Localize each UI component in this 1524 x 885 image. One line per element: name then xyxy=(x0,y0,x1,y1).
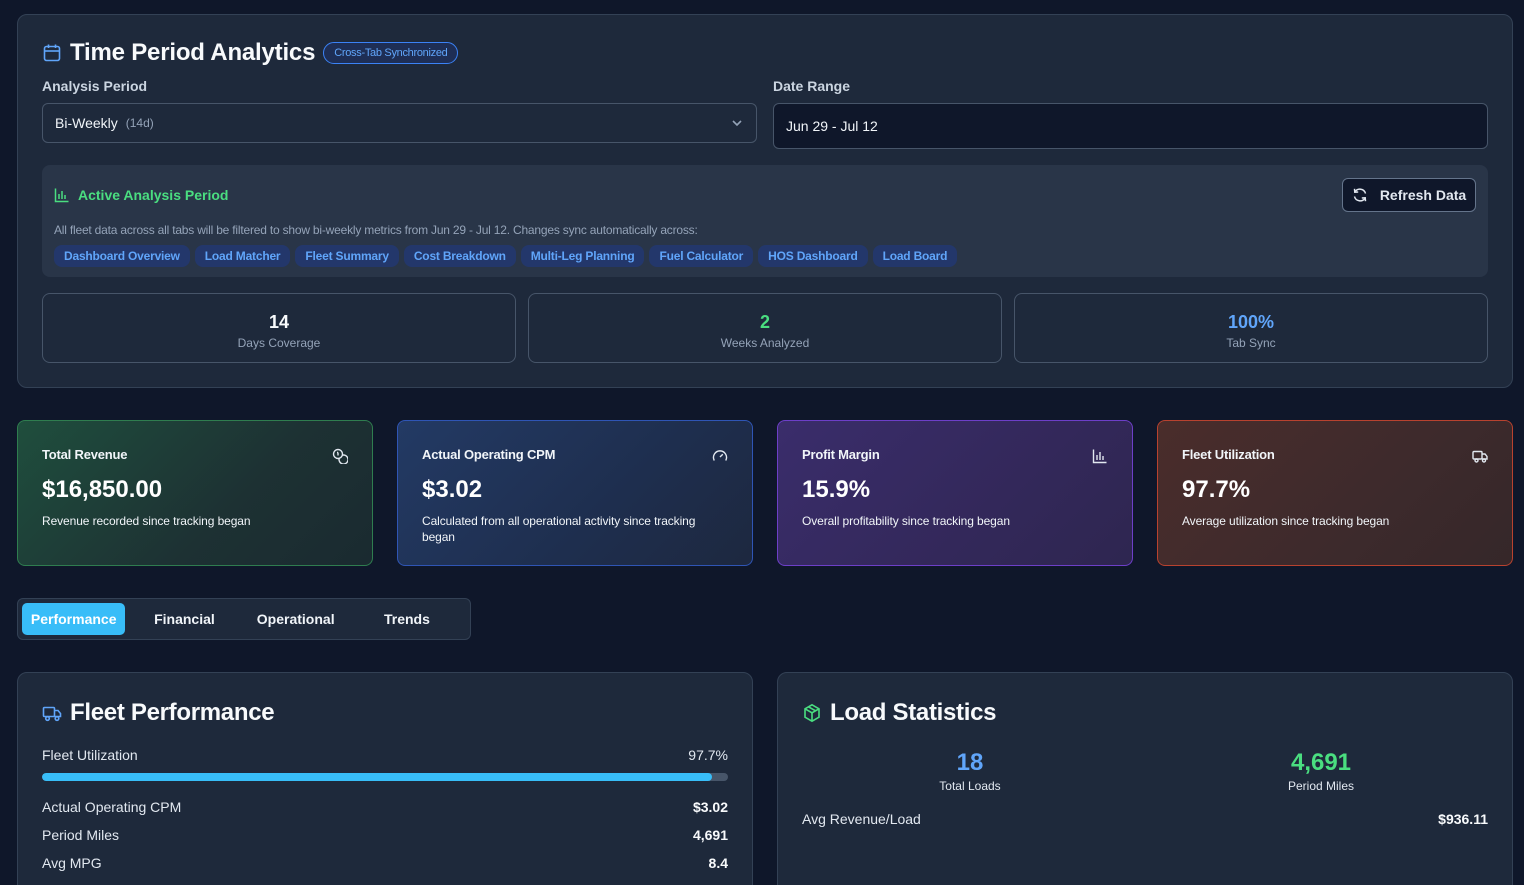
utilization-label: Fleet Utilization xyxy=(42,747,138,763)
stat-value: 2 xyxy=(759,312,770,332)
stat-label: Days Coverage xyxy=(237,336,321,350)
bar-chart-icon xyxy=(1092,449,1107,464)
kpi-title: Profit Margin xyxy=(802,447,880,462)
metric-label: Avg MPG xyxy=(42,855,102,871)
kpi-title: Total Revenue xyxy=(42,447,128,462)
stat-label: Tab Sync xyxy=(1226,336,1276,350)
chevron-down-icon xyxy=(732,120,742,127)
metric-label: Actual Operating CPM xyxy=(42,799,182,815)
load-statistics-title: Load Statistics xyxy=(830,699,997,726)
time-period-panel: Time Period Analytics Cross-Tab Synchron… xyxy=(17,14,1513,388)
load-statistics-header: Load Statistics xyxy=(802,699,997,727)
period-miles-stat: 4,691 Period Miles xyxy=(1153,749,1489,793)
period-miles-value: 4,691 xyxy=(1290,749,1352,776)
stat-weeks-analyzed: 2 Weeks Analyzed xyxy=(528,293,1002,363)
metric-value: $3.02 xyxy=(692,799,728,815)
utilization-value: 97.7% xyxy=(688,747,728,763)
analysis-period-hint: (14d) xyxy=(125,116,154,130)
coins-icon xyxy=(332,448,348,464)
kpi-value: 15.9% xyxy=(802,476,871,503)
analytics-tabs: Performance Financial Operational Trends xyxy=(17,598,471,640)
metric-label: Period Miles xyxy=(42,827,120,843)
stat-tab-sync: 100% Tab Sync xyxy=(1014,293,1488,363)
avg-revenue-label: Avg Revenue/Load xyxy=(802,811,921,827)
date-range-label: Date Range xyxy=(773,78,851,94)
period-miles-label: Period Miles xyxy=(1287,779,1355,793)
kpi-card-profit-margin: Profit Margin 15.9% Overall profitabilit… xyxy=(777,420,1133,566)
total-loads-label: Total Loads xyxy=(939,779,1001,793)
active-period-description: All fleet data across all tabs will be f… xyxy=(54,223,698,237)
calendar-icon xyxy=(43,44,61,62)
kpi-card-fleet-utilization: Fleet Utilization 97.7% Average utilizat… xyxy=(1157,420,1513,566)
fleet-performance-title: Fleet Performance xyxy=(70,699,275,726)
chip-load-matcher[interactable]: Load Matcher xyxy=(194,245,291,267)
avg-revenue-row: Avg Revenue/Load $936.11 xyxy=(802,811,1488,827)
kpi-subtitle: Overall profitability since tracking beg… xyxy=(802,514,1010,528)
metric-value: 8.4 xyxy=(708,855,728,871)
kpi-subtitle: Average utilization since tracking began xyxy=(1182,514,1390,528)
metric-row-cpm: Actual Operating CPM $3.02 xyxy=(42,799,728,815)
chip-dashboard-overview[interactable]: Dashboard Overview xyxy=(54,245,190,267)
tab-operational[interactable]: Operational xyxy=(244,603,348,635)
truck-icon xyxy=(42,706,62,722)
active-period-box: Active Analysis Period Refresh Data All … xyxy=(42,165,1488,277)
stat-value: 100% xyxy=(1227,312,1275,332)
fleet-performance-panel: Fleet Performance Fleet Utilization 97.7… xyxy=(17,672,753,885)
analysis-period-select[interactable]: Bi-Weekly (14d) xyxy=(42,103,757,143)
kpi-title: Actual Operating CPM xyxy=(422,447,556,462)
chip-cost-breakdown[interactable]: Cost Breakdown xyxy=(403,245,516,267)
active-period-title: Active Analysis Period xyxy=(78,187,229,203)
kpi-value: 97.7% xyxy=(1182,476,1251,503)
kpi-subtitle: Calculated from all operational activity… xyxy=(422,514,696,544)
synced-tabs-list: Dashboard Overview Load Matcher Fleet Su… xyxy=(54,245,958,267)
metric-row-mpg: Avg MPG 8.4 xyxy=(42,855,728,871)
kpi-value: $3.02 xyxy=(422,476,483,503)
tab-trends[interactable]: Trends xyxy=(348,603,466,635)
stat-days-coverage: 14 Days Coverage xyxy=(42,293,516,363)
chip-fuel-calculator[interactable]: Fuel Calculator xyxy=(649,245,754,267)
refresh-label: Refresh Data xyxy=(1379,187,1467,203)
total-loads-stat: 18 Total Loads xyxy=(802,749,1138,793)
avg-revenue-value: $936.11 xyxy=(1438,811,1488,827)
kpi-card-operating-cpm: Actual Operating CPM $3.02 Calculated fr… xyxy=(397,420,753,566)
tab-performance[interactable]: Performance xyxy=(22,603,126,635)
metric-value: 4,691 xyxy=(692,827,728,843)
chip-hos-dashboard[interactable]: HOS Dashboard xyxy=(758,245,868,267)
utilization-row: Fleet Utilization 97.7% xyxy=(42,747,728,763)
truck-icon xyxy=(1472,450,1488,463)
package-icon xyxy=(804,703,820,723)
total-loads-value: 18 xyxy=(956,749,984,776)
kpi-title: Fleet Utilization xyxy=(1182,447,1275,462)
chip-load-board[interactable]: Load Board xyxy=(872,245,958,267)
utilization-progress-bar xyxy=(42,773,728,781)
chip-multi-leg-planning[interactable]: Multi-Leg Planning xyxy=(520,245,645,267)
kpi-value: $16,850.00 xyxy=(42,476,163,503)
kpi-subtitle: Revenue recorded since tracking began xyxy=(42,514,251,528)
date-range-input[interactable] xyxy=(773,103,1488,149)
metric-row-miles: Period Miles 4,691 xyxy=(42,827,728,843)
page-title: Time Period Analytics xyxy=(70,39,316,66)
analysis-period-label: Analysis Period xyxy=(42,78,148,94)
progress-fill xyxy=(42,773,713,781)
bar-chart-icon xyxy=(54,188,69,203)
gauge-icon xyxy=(712,450,728,461)
fleet-performance-header: Fleet Performance xyxy=(42,699,275,727)
stat-label: Weeks Analyzed xyxy=(720,336,810,350)
load-statistics-panel: Load Statistics 18 Total Loads 4,691 Per… xyxy=(777,672,1513,885)
sync-badge: Cross-Tab Synchronized xyxy=(323,42,459,64)
analysis-period-value: Bi-Weekly xyxy=(55,115,118,131)
panel-header: Time Period Analytics Cross-Tab Synchron… xyxy=(42,39,459,67)
tab-financial[interactable]: Financial xyxy=(125,603,243,635)
refresh-data-button[interactable]: Refresh Data xyxy=(1342,178,1476,212)
refresh-icon xyxy=(1353,188,1367,202)
active-period-header: Active Analysis Period xyxy=(54,187,228,203)
stat-value: 14 xyxy=(268,312,290,332)
kpi-card-total-revenue: Total Revenue $16,850.00 Revenue recorde… xyxy=(17,420,373,566)
chip-fleet-summary[interactable]: Fleet Summary xyxy=(295,245,399,267)
